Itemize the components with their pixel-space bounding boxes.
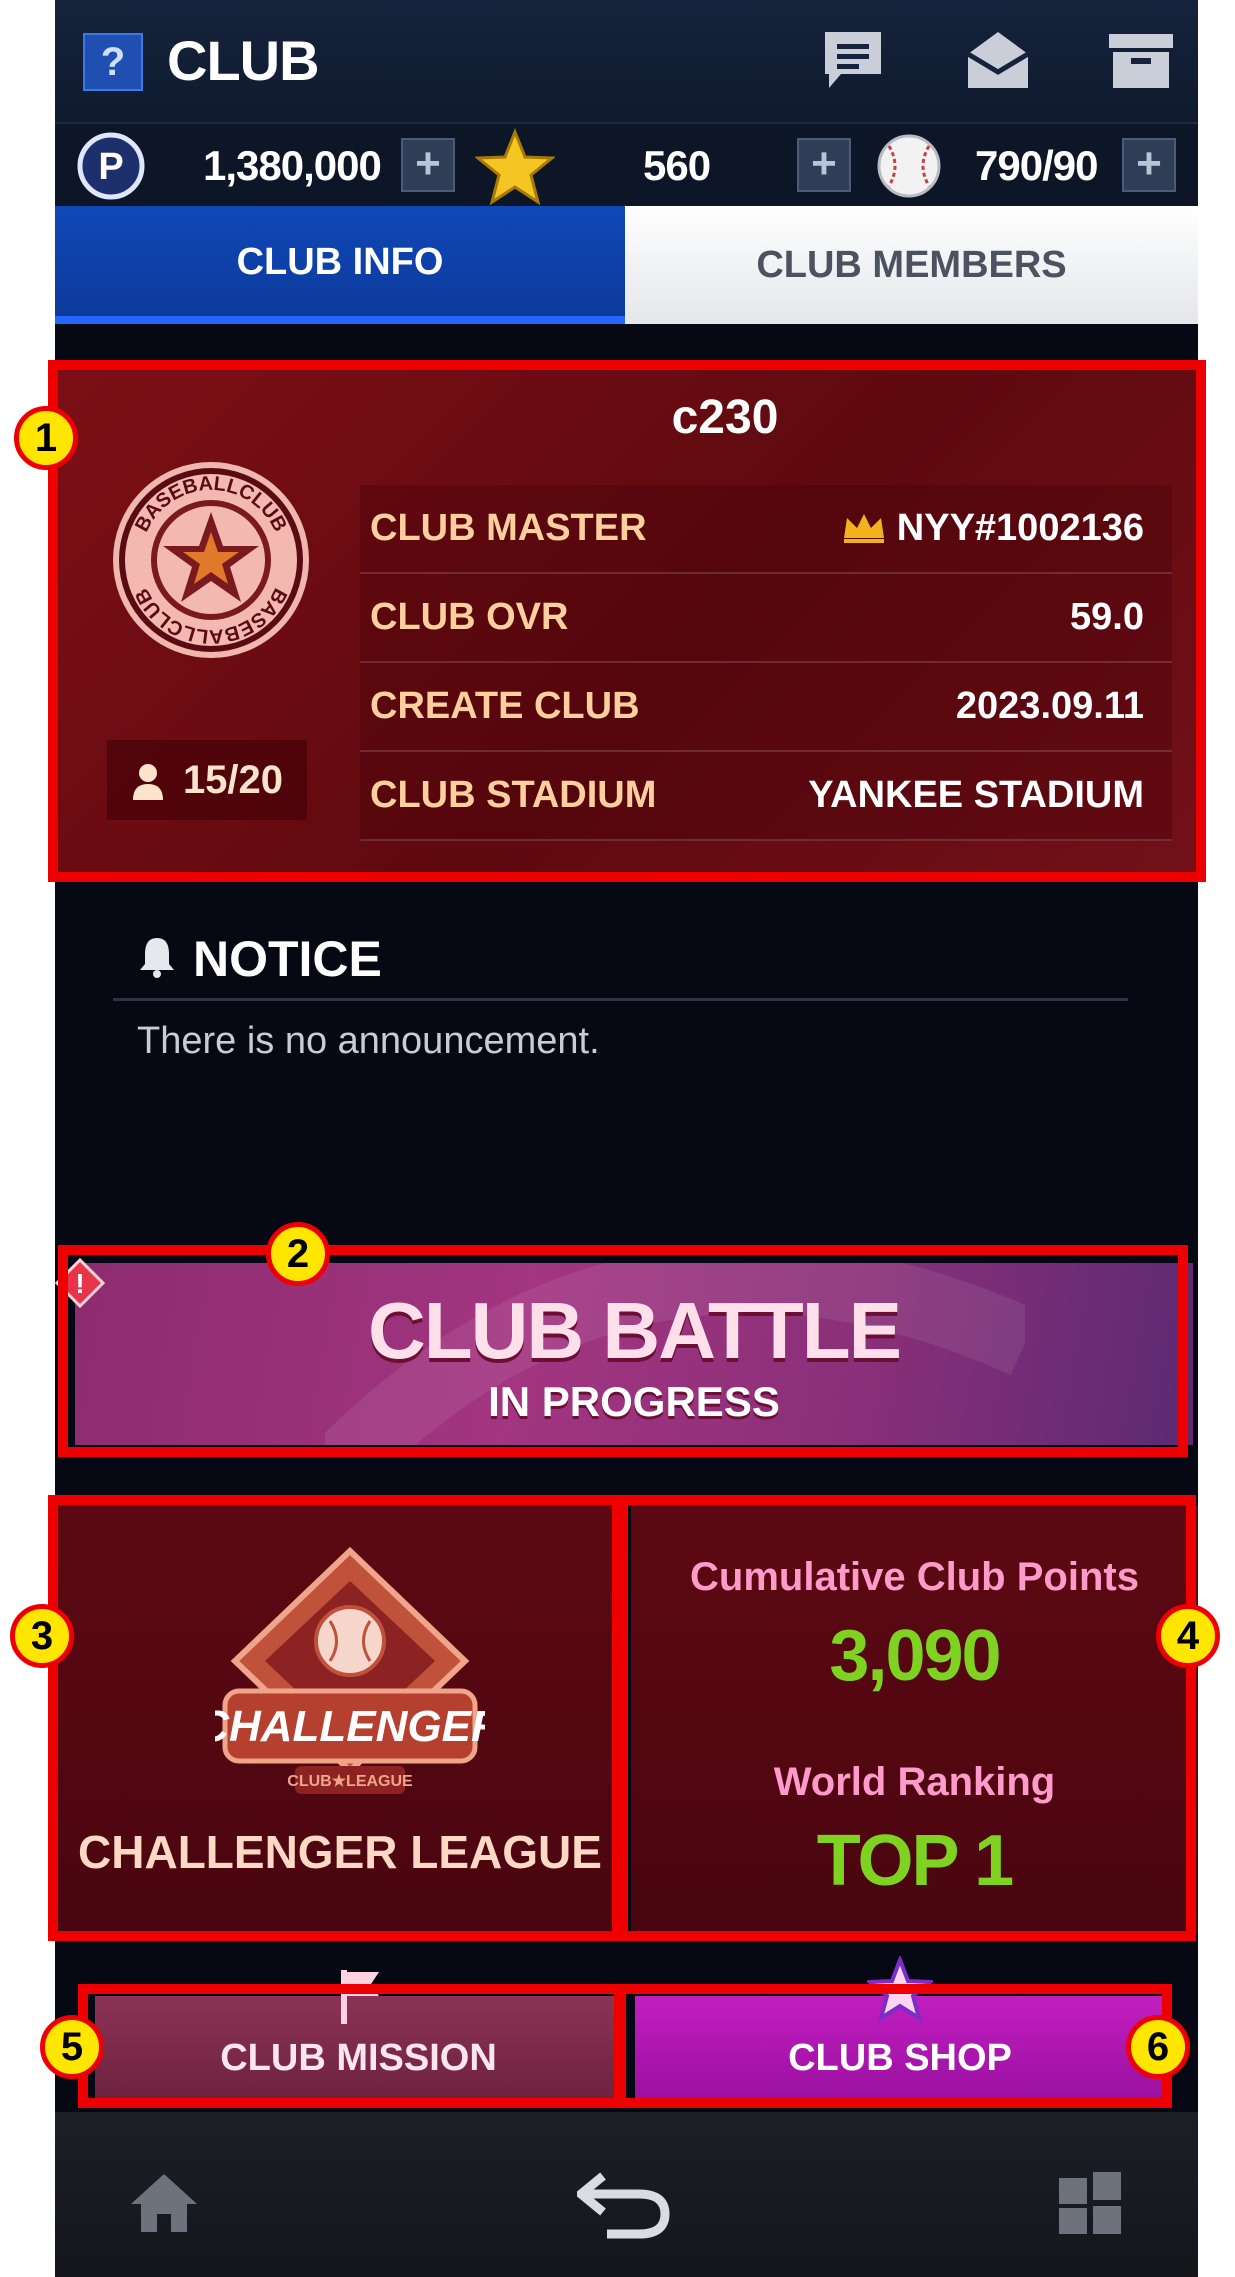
annotation-marker-2: 2 [266,1222,330,1286]
tab-club-members[interactable]: CLUB MEMBERS [625,206,1198,324]
annotation-marker-4: 4 [1156,1604,1220,1668]
add-balls-button[interactable]: + [1122,138,1176,192]
bell-icon [140,938,174,978]
club-stadium-label: CLUB STADIUM [370,774,657,816]
club-stadium-value: YANKEE STADIUM [808,774,1144,816]
create-club-label: CREATE CLUB [370,685,640,727]
league-name: CHALLENGER LEAGUE [78,1826,602,1878]
cumulative-points-value: 3,090 [829,1616,1001,1696]
create-club-row: CREATE CLUB 2023.09.11 [360,663,1172,752]
menu-grid-icon[interactable] [1057,2170,1123,2236]
club-battle-title: CLUB BATTLE [368,1286,902,1375]
world-ranking-value: TOP 1 [816,1821,1014,1901]
add-points-button[interactable]: + [401,138,455,192]
club-info-card: c230 BASEBALLCLUB BASEBALLCLUB 15/20 CLU… [55,360,1198,880]
crown-icon [843,514,884,543]
member-icon [132,764,163,801]
club-name: c230 [671,391,779,444]
tab-bar: CLUB INFO CLUB MEMBERS [55,206,1198,324]
star-icon [475,128,555,206]
club-master-label: CLUB MASTER [370,507,647,549]
stars-amount: 560 [643,142,711,189]
notice-text: There is no announcement. [137,1020,600,1062]
add-stars-button[interactable]: + [797,138,851,192]
tab-club-info[interactable]: CLUB INFO [55,206,625,324]
baseball-icon [877,134,941,198]
inbox-icon[interactable] [1105,24,1177,96]
help-button[interactable]: ? [83,33,143,91]
club-master-name: NYY#1002136 [896,507,1144,549]
club-info-table: CLUB MASTER NYY#1002136 CLUB OVR 59.0 CR… [360,485,1172,841]
flag-icon [341,1970,379,2024]
club-master-value: NYY#1002136 [841,507,1144,550]
alert-mark: ! [75,1268,84,1299]
league-badge-title: CHALLENGER [215,1702,485,1751]
club-points-panel: Cumulative Club Points 3,090 World Ranki… [631,1505,1198,1933]
top-header: ? CLUB [55,0,1198,122]
notice-divider [113,998,1128,1001]
home-icon[interactable] [129,2170,199,2234]
balls-amount: 790/90 [975,142,1098,189]
club-battle-banner[interactable]: CLUB BATTLE IN PROGRESS [75,1263,1193,1445]
club-ovr-row: CLUB OVR 59.0 [360,574,1172,663]
member-count-badge: 15/20 [107,740,307,820]
annotation-marker-1: 1 [14,406,78,470]
page-title: CLUB [167,29,320,92]
chat-icon[interactable] [817,24,889,96]
challenger-league-badge: CHALLENGER CLUB★LEAGUE [215,1546,485,1794]
mail-icon[interactable] [962,24,1034,96]
back-icon[interactable] [577,2166,673,2242]
notice-title: NOTICE [193,931,382,987]
shop-star-icon [867,1956,933,2022]
points-amount: 1,380,000 [203,142,382,189]
club-ovr-value: 59.0 [1070,596,1144,638]
bottom-nav [55,2112,1198,2277]
league-badge-subtitle: CLUB★LEAGUE [287,1773,413,1790]
club-master-row: CLUB MASTER NYY#1002136 [360,485,1172,574]
currency-bar: P 1,380,000 + 560 + 790/90 + [55,122,1198,206]
club-battle-status: IN PROGRESS [488,1378,780,1425]
alert-icon: ! [55,1258,105,1308]
member-count-value: 15/20 [182,758,284,802]
annotation-marker-6: 6 [1126,2015,1190,2079]
club-ovr-label: CLUB OVR [370,596,569,638]
league-panel[interactable]: CHALLENGER CLUB★LEAGUE CHALLENGER LEAGUE [55,1505,625,1933]
points-coin-icon: P [77,132,145,200]
svg-text:P: P [98,146,123,188]
world-ranking-label: World Ranking [773,1760,1056,1804]
annotation-marker-5: 5 [40,2015,104,2079]
club-emblem-icon: BASEBALLCLUB BASEBALLCLUB [113,462,309,658]
app-screen: ? CLUB P 1,380,000 + 560 + 790/90 + CLUB… [55,0,1198,2277]
club-stadium-row: CLUB STADIUM YANKEE STADIUM [360,752,1172,841]
cumulative-points-label: Cumulative Club Points [690,1555,1139,1599]
annotation-marker-3: 3 [10,1604,74,1668]
create-club-value: 2023.09.11 [955,685,1144,727]
